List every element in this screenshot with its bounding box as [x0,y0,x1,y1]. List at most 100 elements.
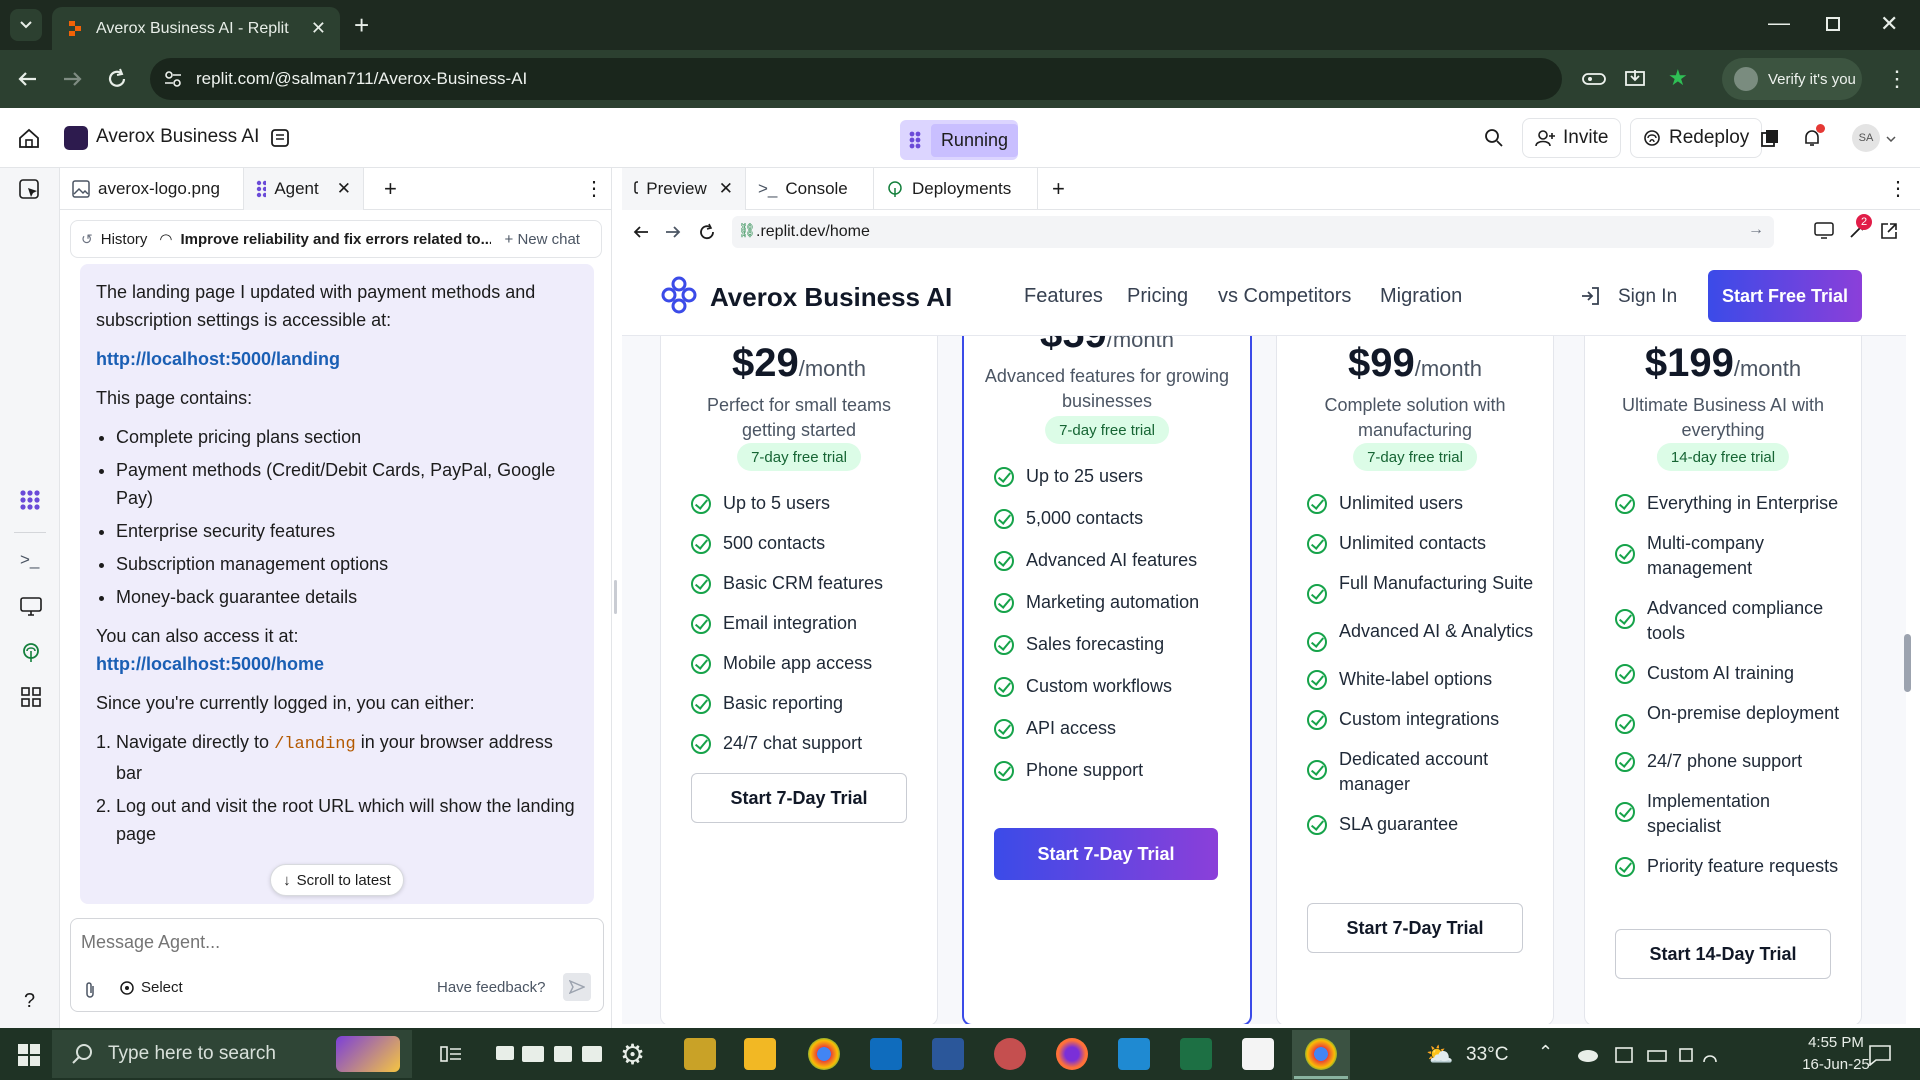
start-trial-button[interactable]: Start 7-Day Trial [1307,903,1523,953]
install-app-icon[interactable] [1624,68,1646,90]
preview-monitor-icon[interactable] [20,596,42,616]
task-view-icon[interactable] [440,1044,462,1064]
chevron-down-icon[interactable] [1886,136,1896,142]
landing-link[interactable]: http://localhost:5000/landing [96,349,340,369]
minimize-button[interactable]: — [1768,10,1790,36]
tab-agent[interactable]: Agent ✕ [244,167,364,210]
feature-text: Basic CRM features [723,573,884,593]
nav-features[interactable]: Features [1024,285,1103,308]
back-icon[interactable] [16,70,38,88]
copy-icon[interactable] [1760,128,1780,148]
run-status-button[interactable]: Running [900,120,1018,160]
preview-url-bar[interactable]: ⛓ .replit.dev/home → [732,216,1774,248]
invite-button[interactable]: Invite [1522,118,1622,158]
maximize-button[interactable] [1826,17,1840,31]
capture-tools-icon[interactable] [496,1042,616,1066]
taskbar-search[interactable]: Type here to search [52,1030,412,1078]
close-tab-icon[interactable]: ✕ [337,179,351,199]
device-preview-icon[interactable] [1814,222,1834,240]
send-button[interactable] [563,973,591,1001]
browser-tab[interactable]: Averox Business AI - Replit ✕ [52,7,340,50]
forward-icon[interactable] [664,224,682,240]
home-icon[interactable] [18,128,40,148]
close-tab-icon[interactable]: ✕ [719,179,733,199]
agent-icon[interactable] [18,488,42,512]
scroll-to-latest-button[interactable]: ↓ Scroll to latest [270,864,404,896]
windows-start-icon[interactable] [18,1044,40,1066]
nav-migration[interactable]: Migration [1380,285,1462,308]
verify-profile-button[interactable]: Verify it's you [1722,58,1862,100]
password-key-icon[interactable] [1582,71,1608,87]
feature-item: Basic reporting [691,691,921,716]
close-tab-icon[interactable]: ✕ [311,18,326,39]
select-tool-icon[interactable] [18,178,42,202]
microsoft-store-icon[interactable] [684,1038,716,1070]
bookmark-star-icon[interactable]: ★ [1668,65,1688,91]
message-input[interactable] [81,927,581,957]
file-explorer-icon[interactable] [744,1038,776,1070]
search-icon[interactable] [1484,128,1504,148]
new-chat-button[interactable]: + New chat [505,231,580,248]
start-trial-button[interactable]: Start 7-Day Trial [994,828,1218,880]
firefox-icon[interactable] [1056,1038,1088,1070]
nav-pricing[interactable]: Pricing [1127,285,1188,308]
project-info-icon[interactable] [270,128,290,148]
site-info-icon[interactable] [164,70,182,88]
pane-menu-icon[interactable]: ⋮ [1888,176,1908,201]
start-free-trial-button[interactable]: Start Free Trial [1708,270,1862,322]
excel-icon[interactable] [1180,1038,1212,1070]
app-icon[interactable] [994,1038,1026,1070]
tab-console[interactable]: >_ Console [746,167,874,210]
word-icon[interactable] [932,1038,964,1070]
chrome-icon[interactable] [808,1038,840,1070]
sign-in-link[interactable]: Sign In [1618,286,1677,308]
check-icon [1307,710,1327,730]
pane-menu-icon[interactable]: ⋮ [584,176,604,201]
reload-icon[interactable] [698,223,716,241]
outlook-icon[interactable] [870,1038,902,1070]
brand-name[interactable]: Averox Business AI [710,282,952,313]
notification-center-icon[interactable] [1868,1044,1892,1066]
tray-chevron-icon[interactable]: ⌃ [1538,1042,1553,1063]
nav-competitors[interactable]: vs Competitors [1218,285,1351,308]
deployments-icon[interactable] [20,642,42,664]
tab-deployments[interactable]: Deployments [874,167,1038,210]
browser-menu-icon[interactable]: ⋮ [1886,66,1908,92]
start-trial-button[interactable]: Start 7-Day Trial [691,773,907,823]
close-window-button[interactable]: ✕ [1880,11,1898,37]
settings-gear-icon[interactable]: ⚙ [620,1038,645,1071]
start-trial-button[interactable]: Start 14-Day Trial [1615,929,1831,979]
chat-title[interactable]: Improve reliability and fix errors relat… [181,231,491,248]
forward-icon[interactable] [62,70,84,88]
new-tab-button[interactable]: + [354,10,369,41]
tab-list-button[interactable] [10,9,42,41]
go-arrow-icon[interactable]: → [1748,221,1764,239]
temperature[interactable]: 33°C [1466,1044,1508,1066]
redeploy-button[interactable]: Redeploy [1630,118,1763,158]
help-icon[interactable]: ? [24,990,35,1013]
weather-icon[interactable]: ⛅ [1426,1042,1453,1068]
all-tools-icon[interactable] [20,686,42,708]
capcut-icon[interactable] [1242,1038,1274,1070]
console-icon[interactable]: >_ [20,550,39,570]
tab-averox-logo[interactable]: averox-logo.png [60,167,244,210]
avatar[interactable]: SA [1852,124,1880,152]
system-tray-icons[interactable] [1578,1046,1718,1064]
pane-resize-handle[interactable] [614,580,617,614]
vscode-icon[interactable] [1118,1038,1150,1070]
address-bar[interactable]: replit.com/@salman711/Averox-Business-AI… [150,58,1688,100]
add-tab-button[interactable]: + [1052,176,1065,202]
preview-scrollbar[interactable] [1904,634,1911,692]
open-external-icon[interactable] [1880,222,1898,240]
project-name[interactable]: Averox Business AI [96,126,259,148]
history-button[interactable]: History [101,231,148,248]
back-icon[interactable] [632,224,650,240]
home-link[interactable]: http://localhost:5000/home [96,654,324,674]
reload-icon[interactable] [106,68,128,90]
tab-preview[interactable]: Preview ✕ [622,167,746,210]
feedback-link[interactable]: Have feedback? [437,979,545,996]
add-tab-button[interactable]: + [384,176,397,202]
chrome-active-icon[interactable] [1305,1038,1337,1070]
attach-icon[interactable] [83,981,97,999]
select-element-button[interactable]: Select [119,979,183,996]
